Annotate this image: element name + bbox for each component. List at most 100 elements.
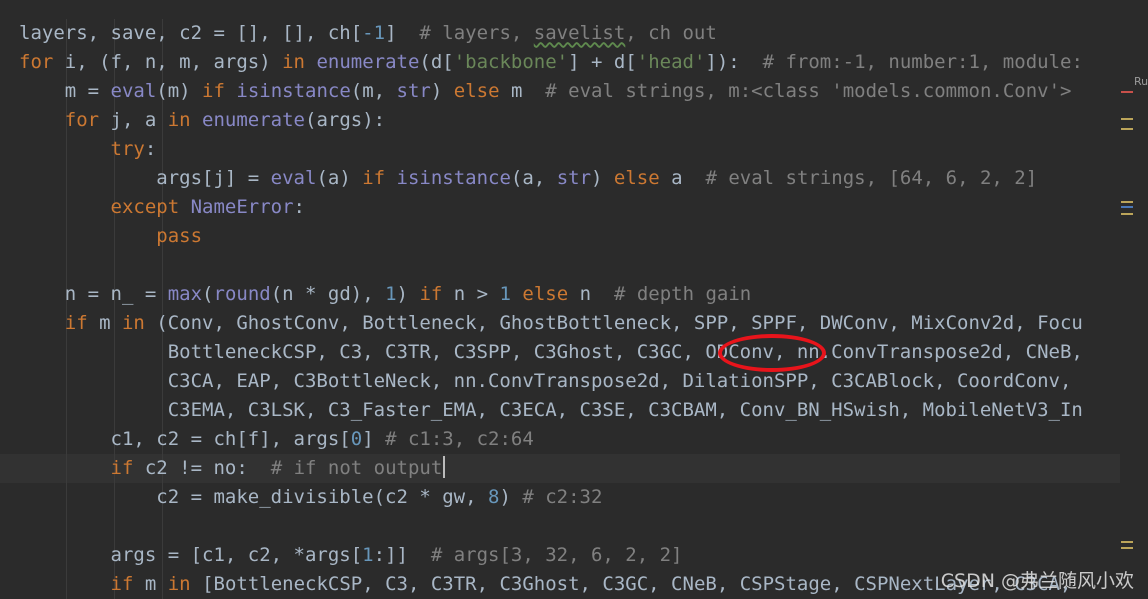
code-token: max xyxy=(167,282,203,305)
code-token: enumerate xyxy=(316,50,420,73)
code-line[interactable]: for j, a in enumerate(args): xyxy=(0,105,1120,135)
code-text: c2 = make_divisible(c2 * gw, 8) # c2:32 xyxy=(19,483,602,512)
code-text: c1, c2 = ch[f], args[0] # c1:3, c2:64 xyxy=(19,425,534,454)
right-tool-window-label[interactable]: Ru xyxy=(1134,75,1148,88)
code-token: 1 xyxy=(362,543,374,566)
code-token: # eval strings, [64, 6, 2, 2] xyxy=(705,166,1038,189)
code-token: if xyxy=(19,456,145,479)
code-token: (a) xyxy=(316,166,363,189)
code-text: BottleneckCSP, C3, C3TR, C3SPP, C3Ghost,… xyxy=(19,338,1083,367)
code-token: C3CA, EAP, C3BottleNeck, nn.ConvTranspos… xyxy=(19,369,1072,392)
code-token: ) xyxy=(591,166,614,189)
code-token: m = xyxy=(19,79,111,102)
code-token: if xyxy=(419,282,454,305)
code-text: C3EMA, C3LSK, C3_Faster_EMA, C3ECA, C3SE… xyxy=(19,396,1083,425)
code-line[interactable]: if m in (Conv, GhostConv, Bottleneck, Gh… xyxy=(0,308,1120,338)
code-token: ) xyxy=(396,282,420,305)
gutter-marker[interactable] xyxy=(1121,547,1133,549)
code-token: pass xyxy=(19,224,203,247)
code-token: ) xyxy=(430,79,454,102)
code-text: if c2 != no: # if not output xyxy=(19,454,446,483)
code-line[interactable] xyxy=(0,511,1120,541)
code-text: n = n_ = max(round(n * gd), 1) if n > 1 … xyxy=(19,280,751,309)
code-line[interactable]: m = eval(m) if isinstance(m, str) else m… xyxy=(0,76,1120,106)
code-text: args = [c1, c2, *args[1:]] # args[3, 32,… xyxy=(19,541,683,570)
code-text: m = eval(m) if isinstance(m, str) else m… xyxy=(19,77,1072,106)
code-token: if xyxy=(202,79,237,102)
code-token: C3EMA, C3LSK, C3_Faster_EMA, C3ECA, C3SE… xyxy=(19,398,1083,421)
code-token: m xyxy=(144,572,168,595)
code-token: in xyxy=(282,50,317,73)
code-token: (args): xyxy=(305,108,386,131)
code-token: c2 != no: xyxy=(144,456,271,479)
code-token: m xyxy=(510,79,546,102)
code-token: except xyxy=(19,195,191,218)
code-token: in xyxy=(167,572,203,595)
code-token: 1 xyxy=(385,282,397,305)
code-token: round xyxy=(213,282,271,305)
code-text: C3CA, EAP, C3BottleNeck, nn.ConvTranspos… xyxy=(19,367,1072,396)
code-token: else xyxy=(453,79,511,102)
code-line[interactable]: C3CA, EAP, C3BottleNeck, nn.ConvTranspos… xyxy=(0,366,1120,396)
code-token: 1 xyxy=(499,282,523,305)
code-token: 8 xyxy=(488,485,500,508)
code-line[interactable]: for i, (f, n, m, args) in enumerate(d['b… xyxy=(0,47,1120,77)
code-token: if xyxy=(19,572,145,595)
code-line[interactable]: BottleneckCSP, C3, C3TR, C3SPP, C3Ghost,… xyxy=(0,337,1120,367)
code-token: if xyxy=(362,166,397,189)
indent-guide xyxy=(162,134,163,164)
error-stripe[interactable] xyxy=(1120,0,1148,599)
code-token: a xyxy=(671,166,706,189)
code-token: :]] xyxy=(373,543,431,566)
gutter-marker[interactable] xyxy=(1121,91,1133,93)
code-token: # eval strings, m:<class 'models.common.… xyxy=(545,79,1072,102)
code-line[interactable]: C3EMA, C3LSK, C3_Faster_EMA, C3ECA, C3SE… xyxy=(0,395,1120,425)
code-line[interactable]: if c2 != no: # if not output xyxy=(0,453,1120,483)
code-token: (m, xyxy=(350,79,397,102)
gutter-marker[interactable] xyxy=(1121,541,1133,543)
code-token: if xyxy=(19,311,100,334)
code-line[interactable] xyxy=(0,250,1120,280)
code-line[interactable]: c2 = make_divisible(c2 * gw, 8) # c2:32 xyxy=(0,482,1120,512)
code-token: (n * gd), xyxy=(270,282,386,305)
code-token: j, a xyxy=(110,108,168,131)
gutter-marker[interactable] xyxy=(1121,213,1133,215)
code-token: (a, xyxy=(510,166,557,189)
indent-guide xyxy=(114,511,115,541)
code-line[interactable]: c1, c2 = ch[f], args[0] # c1:3, c2:64 xyxy=(0,424,1120,454)
gutter-marker[interactable] xyxy=(1121,118,1133,120)
code-token: enumerate xyxy=(202,108,305,131)
code-line[interactable]: pass xyxy=(0,221,1120,251)
text-caret xyxy=(443,455,446,478)
code-token: ] + d[ xyxy=(568,50,637,73)
code-token: else xyxy=(613,166,672,189)
code-token: args = [c1, c2, *args[ xyxy=(19,543,363,566)
code-token: (m) xyxy=(156,79,203,102)
code-token: layers, save, c2 = [], [], ch[ xyxy=(19,21,363,44)
code-token: # depth gain xyxy=(613,282,752,305)
code-token: : xyxy=(144,137,157,160)
watermark: CSDN @弗兰随风小欢 xyxy=(940,570,1134,592)
code-token: n xyxy=(579,282,614,305)
code-text: layers, save, c2 = [], [], ch[-1] # laye… xyxy=(19,19,717,48)
gutter-marker[interactable] xyxy=(1121,206,1133,208)
code-editor[interactable]: layers, save, c2 = [], [], ch[-1] # laye… xyxy=(0,0,1120,599)
code-text: pass xyxy=(19,222,202,251)
code-text: if m in [BottleneckCSP, C3, C3TR, C3Ghos… xyxy=(19,570,1072,599)
gutter-marker[interactable] xyxy=(1121,201,1133,203)
code-line[interactable]: args[j] = eval(a) if isinstance(a, str) … xyxy=(0,163,1120,193)
code-line[interactable]: try: xyxy=(0,134,1120,164)
code-token: 0 xyxy=(350,427,363,450)
code-line[interactable]: n = n_ = max(round(n * gd), 1) if n > 1 … xyxy=(0,279,1120,309)
code-token: for xyxy=(19,50,65,73)
code-token: 'backbone' xyxy=(453,50,569,73)
code-token: isinstance xyxy=(396,166,511,189)
code-line[interactable]: layers, save, c2 = [], [], ch[-1] # laye… xyxy=(0,18,1120,48)
code-token: : xyxy=(293,195,305,218)
gutter-marker[interactable] xyxy=(1121,128,1133,130)
code-token: args[j] = xyxy=(19,166,271,189)
code-token: eval xyxy=(270,166,317,189)
code-text: args[j] = eval(a) if isinstance(a, str) … xyxy=(19,164,1037,193)
code-token: ( xyxy=(202,282,214,305)
code-line[interactable]: except NameError: xyxy=(0,192,1120,222)
